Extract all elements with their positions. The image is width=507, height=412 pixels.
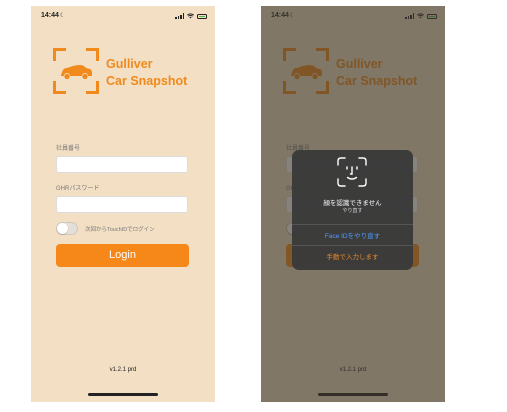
app-logo: Gulliver Car Snapshot bbox=[53, 48, 203, 94]
moon-icon: ☾ bbox=[59, 13, 66, 19]
password-input[interactable] bbox=[56, 196, 188, 213]
manual-entry-button[interactable]: 手動で入力します bbox=[292, 251, 413, 261]
login-screen-dimmed: 14:44☾ Gulliver Car Snapshot 社員番号 bbox=[261, 6, 445, 402]
employee-number-input[interactable] bbox=[56, 156, 188, 173]
battery-icon bbox=[197, 13, 207, 19]
signal-icon bbox=[175, 13, 184, 19]
phone-screen-faceid: 14:44☾ Gulliver Car Snapshot 社員番号 bbox=[261, 6, 445, 402]
status-time: 14:44☾ bbox=[41, 12, 66, 19]
home-indicator bbox=[88, 393, 158, 396]
password-label: GHRパスワード bbox=[56, 186, 100, 192]
car-camera-logo-icon bbox=[53, 48, 99, 94]
app-name-line1: Gulliver bbox=[106, 57, 153, 71]
retry-faceid-button[interactable]: Face IDをやり直す bbox=[292, 230, 413, 240]
app-name: Gulliver Car Snapshot bbox=[106, 56, 187, 90]
wifi-icon bbox=[187, 13, 194, 19]
status-bar: 14:44☾ bbox=[41, 12, 207, 24]
login-button[interactable]: Login bbox=[56, 244, 189, 267]
phone-screen-login: 14:44☾ Gulliver Car Snapshot 社員番号 GHRパスワ… bbox=[31, 6, 215, 402]
faceid-title: 顔を認識できません bbox=[323, 200, 382, 207]
status-icons bbox=[175, 13, 207, 19]
dialog-divider bbox=[292, 245, 413, 246]
version-label: v1.2.1 prd bbox=[109, 367, 137, 373]
faceid-dialog: 顔を認識できません やり直す Face IDをやり直す 手動で入力します bbox=[292, 150, 413, 270]
touchid-toggle[interactable] bbox=[56, 222, 78, 235]
touchid-row: 次回からTouchIDでログイン bbox=[56, 222, 155, 235]
toggle-knob bbox=[57, 223, 68, 234]
touchid-label: 次回からTouchIDでログイン bbox=[85, 226, 155, 233]
faceid-icon bbox=[337, 157, 367, 187]
employee-number-label: 社員番号 bbox=[56, 146, 81, 152]
dialog-divider bbox=[292, 224, 413, 225]
app-name-line2: Car Snapshot bbox=[106, 74, 188, 88]
login-screen: 14:44☾ Gulliver Car Snapshot 社員番号 GHRパスワ… bbox=[31, 6, 215, 402]
faceid-subtitle: やり直す bbox=[342, 208, 363, 214]
